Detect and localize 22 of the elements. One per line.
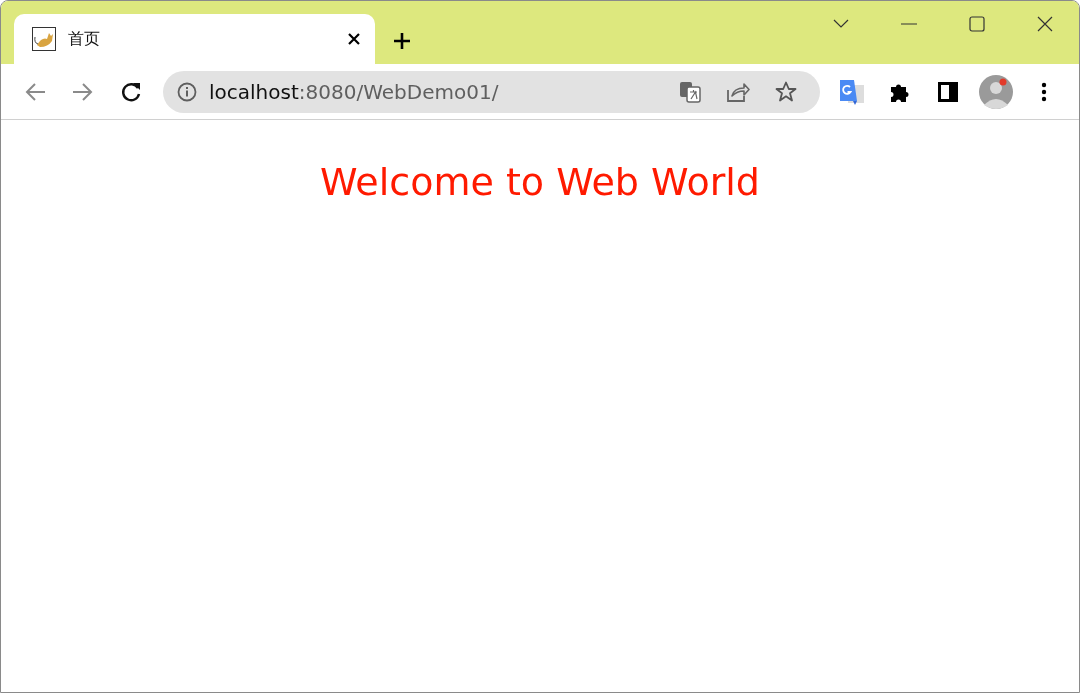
page-heading: Welcome to Web World bbox=[320, 160, 760, 206]
info-icon[interactable] bbox=[177, 81, 197, 102]
url-text: localhost:8080/WebDemo01/ bbox=[209, 79, 500, 104]
cat-icon bbox=[32, 27, 56, 51]
translate-extension-icon[interactable] bbox=[839, 78, 865, 105]
reload-icon[interactable] bbox=[120, 80, 142, 103]
translate-icon[interactable] bbox=[679, 80, 701, 103]
plus-icon[interactable] bbox=[393, 32, 411, 50]
address-bar[interactable]: localhost:8080/WebDemo01/ bbox=[163, 70, 820, 113]
chevron-down-icon[interactable] bbox=[833, 19, 849, 29]
side-panel-icon[interactable] bbox=[938, 81, 958, 102]
browser-tab[interactable]: 首页 bbox=[14, 14, 375, 64]
avatar-icon[interactable] bbox=[979, 74, 1013, 109]
star-icon[interactable] bbox=[775, 80, 797, 103]
close-icon[interactable] bbox=[1037, 16, 1053, 32]
maximize-icon[interactable] bbox=[969, 16, 985, 32]
forward-arrow-icon[interactable] bbox=[72, 81, 94, 102]
more-icon[interactable] bbox=[1041, 81, 1047, 102]
share-icon[interactable] bbox=[726, 80, 750, 103]
tab-title: 首页 bbox=[68, 28, 101, 50]
close-icon[interactable] bbox=[347, 32, 361, 46]
back-arrow-icon[interactable] bbox=[24, 81, 46, 102]
